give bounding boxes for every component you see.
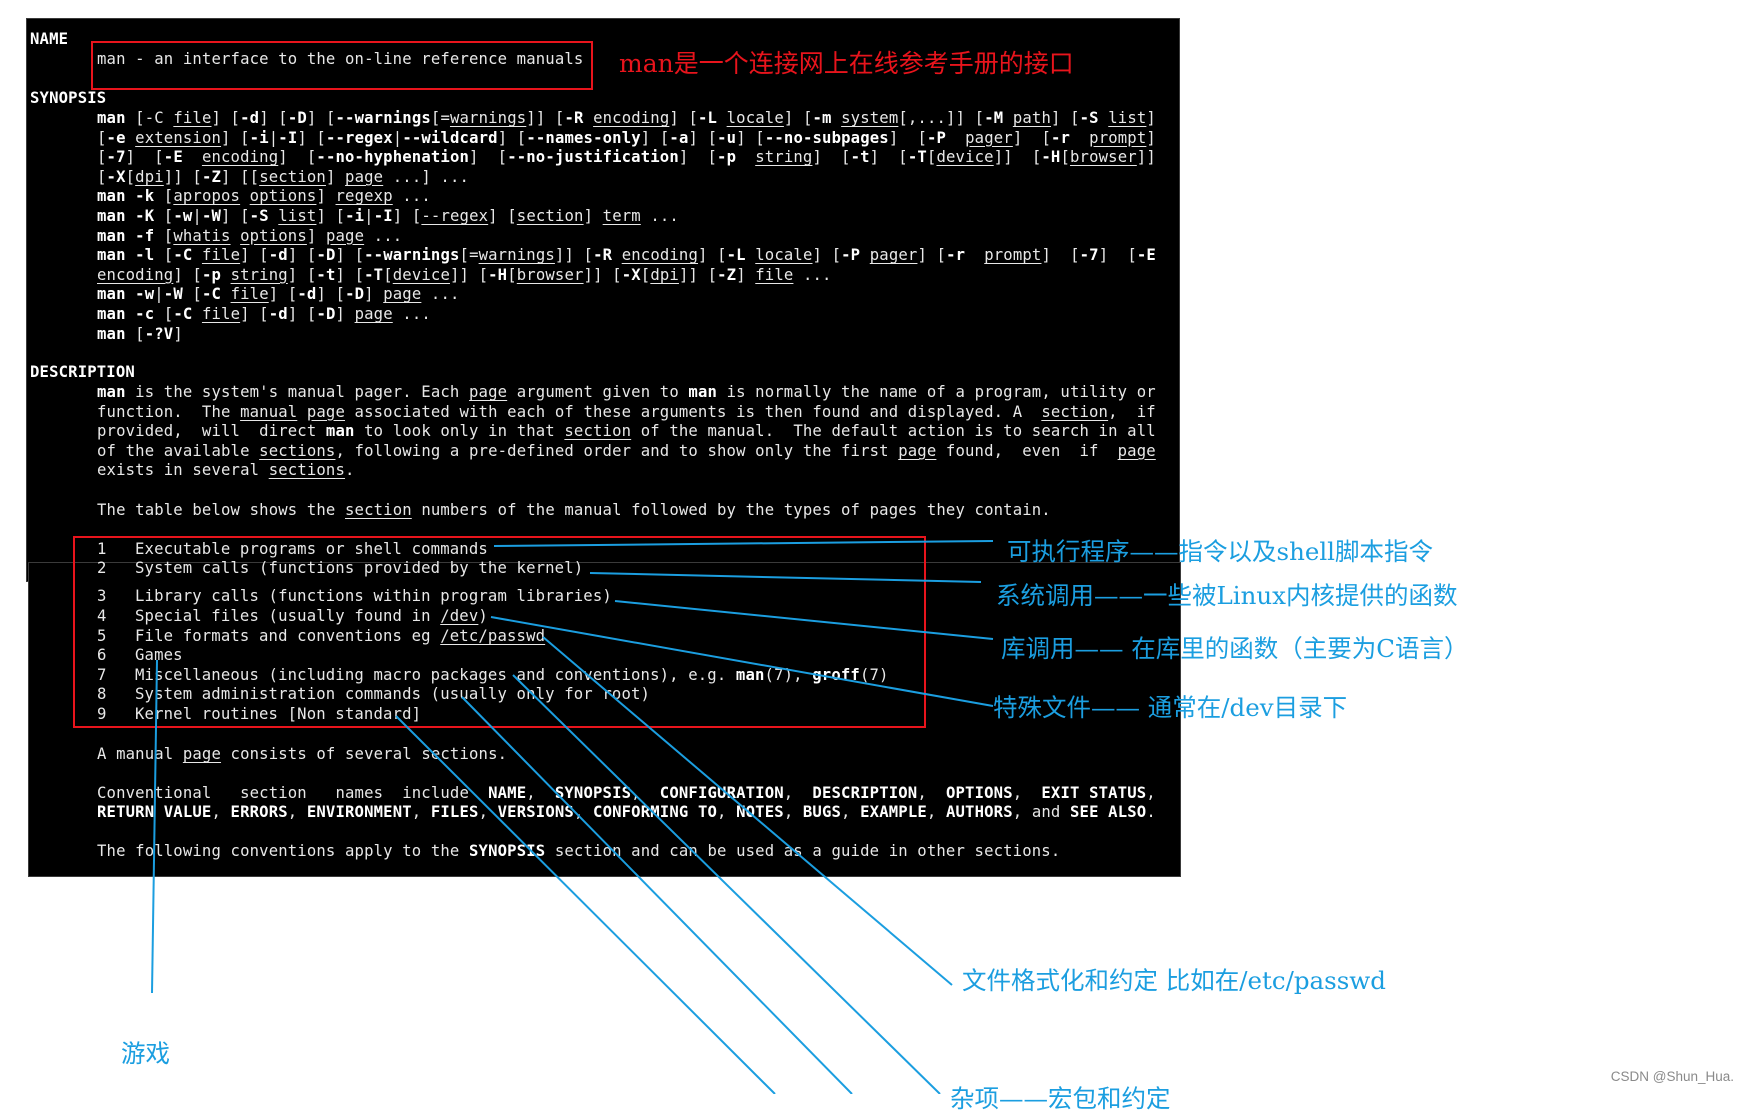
synopsis-line: man [-?V] — [97, 324, 183, 343]
paragraph-line: The following conventions apply to the S… — [97, 842, 1061, 860]
annotation-sec4: 特殊文件—— 通常在/dev目录下 — [993, 693, 1348, 722]
annotation-sec6: 游戏 — [121, 1039, 170, 1068]
synopsis-line: man -w|-W [-C file] [-d] [-D] page ... — [97, 285, 460, 304]
synopsis-line: [-7] [-E encoding] [--no-hyphenation] [-… — [97, 148, 1156, 167]
synopsis-line: encoding] [-p string] [-t] [-T[device]] … — [97, 265, 832, 284]
description-header: DESCRIPTION — [30, 363, 135, 381]
synopsis-line: man -f [whatis options] page ... — [97, 226, 403, 245]
synopsis-line: man -K [-w|-W] [-S list] [-i|-I] [--rege… — [97, 207, 679, 225]
synopsis-line: [-X[dpi]] [-Z] [[section] page ...] ... — [97, 167, 470, 186]
annotation-sec3: 库调用—— 在库里的函数（主要为C语言） — [1001, 634, 1469, 663]
annotation-sec5: 文件格式化和约定 比如在/etc/passwd — [962, 966, 1386, 995]
paragraph-line: Conventional section names include NAME,… — [97, 784, 1156, 802]
synopsis-line: man -c [-C file] [-d] [-D] page ... — [97, 305, 431, 323]
synopsis-line: [-e extension] [-i|-I] [--regex|--wildca… — [97, 128, 1156, 147]
sections-highlight-box — [73, 536, 926, 728]
table-intro-line: The table below shows the section number… — [97, 501, 1051, 519]
watermark: CSDN @Shun_Hua. — [1610, 1069, 1734, 1084]
description-line: of the available sections, following a p… — [97, 441, 1156, 460]
description-line: exists in several sections. — [97, 461, 355, 480]
synopsis-header: SYNOPSIS — [30, 89, 107, 107]
name-highlight-box — [91, 41, 593, 90]
description-line: man is the system's manual pager. Each p… — [97, 383, 1156, 401]
paragraph-line: A manual page consists of several sectio… — [97, 745, 508, 763]
synopsis-line: man -l [-C file] [-d] [-D] [--warnings[=… — [97, 246, 1156, 265]
name-header: NAME — [30, 30, 69, 48]
annotation-sec7: 杂项——宏包和约定 — [950, 1084, 1171, 1113]
paragraph-line: RETURN VALUE, ERRORS, ENVIRONMENT, FILES… — [97, 803, 1156, 821]
name-annotation: man是一个连接网上在线参考手册的接口 — [619, 49, 1074, 78]
description-line: function. The manual page associated wit… — [97, 402, 1156, 421]
annotation-sec1: 可执行程序——指令以及shell脚本指令 — [1007, 537, 1434, 566]
synopsis-line: man [-C file] [-d] [-D] [--warnings[=war… — [97, 109, 1156, 127]
description-line: provided, will direct man to look only i… — [97, 422, 1156, 441]
annotation-sec2: 系统调用——一些被Linux内核提供的函数 — [996, 581, 1458, 610]
synopsis-line: man -k [apropos options] regexp ... — [97, 187, 431, 206]
